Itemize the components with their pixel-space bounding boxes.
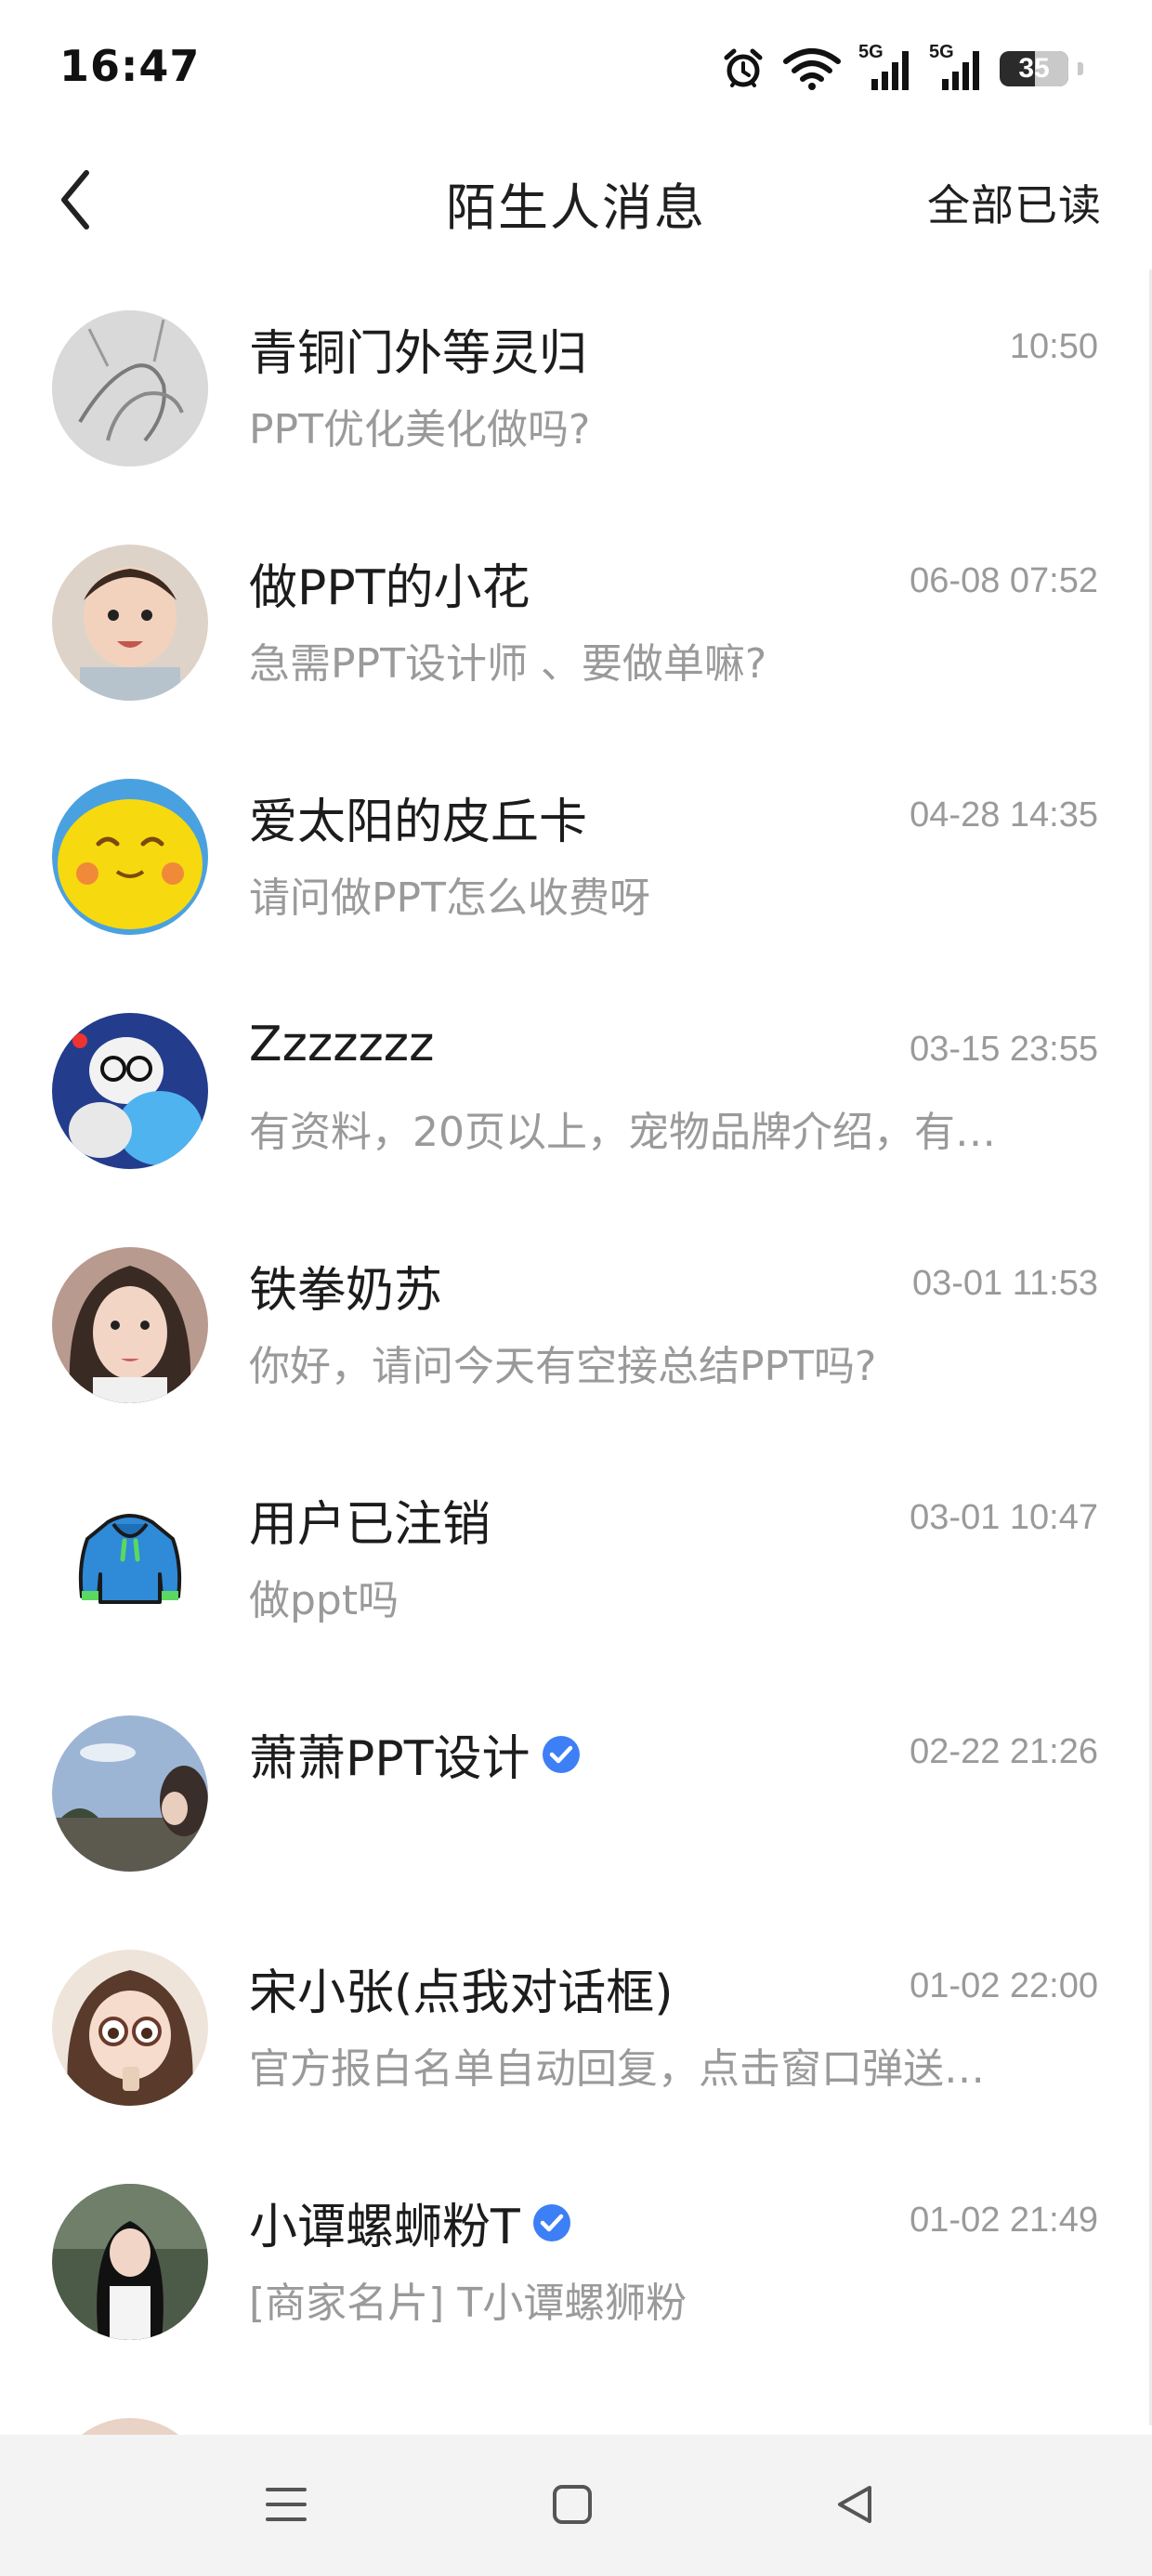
contact-name: 宋小张(点我对话框)	[249, 1965, 674, 2021]
message-preview: PPT优化美化做吗?	[249, 406, 591, 453]
conversation-item[interactable]: 用户已注销 03-01 10:47 做ppt吗	[0, 1440, 1152, 1675]
mark-all-read-button[interactable]: 全部已读	[927, 172, 1102, 233]
avatar[interactable]	[52, 2418, 208, 2435]
header: 陌生人消息 全部已读	[0, 135, 1152, 265]
avatar[interactable]	[52, 1247, 208, 1403]
conversation-item[interactable]: 小谭螺蛳粉T 01-02 21:49 [商家名片] T小谭螺狮粉	[0, 2143, 1152, 2377]
wifi-icon	[783, 48, 841, 90]
status-icons: 5G 5G 35	[721, 42, 1083, 95]
message-preview: 请问做PPT怎么收费呀	[249, 874, 650, 922]
verified-badge-icon	[543, 1735, 581, 1773]
contact-name: 做PPT的小花	[249, 560, 530, 616]
status-bar: 16:47 5G 5G 35	[0, 0, 1152, 135]
message-time: 04-28 14:35	[910, 795, 1098, 835]
avatar[interactable]	[52, 545, 208, 701]
conversation-item[interactable]: 做PPT的小花 06-08 07:52 急需PPT设计师 、要做单嘛?	[0, 504, 1152, 738]
avatar[interactable]	[52, 2184, 208, 2340]
message-time: 06-08 07:52	[910, 561, 1098, 600]
signal-5g-icon: 5G	[858, 42, 912, 92]
home-square-icon	[553, 2485, 592, 2524]
battery-icon: 35	[1000, 51, 1083, 86]
message-preview: 有资料，20页以上，宠物品牌介绍，有…	[249, 1109, 996, 1156]
status-time: 16:47	[59, 41, 201, 91]
contact-name: Zzzzzzz	[249, 1017, 435, 1072]
message-time: 03-15 23:55	[910, 1030, 1098, 1069]
avatar[interactable]	[52, 779, 208, 935]
conversation-item[interactable]: 宋小张(点我对话框) 01-02 22:00 官方报白名单自动回复，点击窗口弹送…	[0, 1909, 1152, 2143]
avatar[interactable]	[52, 1013, 208, 1169]
message-time: 03-01 10:47	[910, 1498, 1098, 1537]
contact-name: 铁拳奶苏	[249, 1263, 443, 1319]
contact-name: 萧萧PPT设计	[249, 1731, 530, 1787]
avatar[interactable]	[52, 1950, 208, 2106]
menu-button[interactable]	[249, 2472, 323, 2537]
conversation-item[interactable]: 萧萧PPT设计 02-22 21:26	[0, 1675, 1152, 1909]
verified-badge-icon	[532, 2203, 570, 2241]
conversation-item[interactable]: Zzzzzzz 03-15 23:55 有资料，20页以上，宠物品牌介绍，有…	[0, 972, 1152, 1206]
avatar[interactable]	[52, 1481, 208, 1637]
message-preview: 急需PPT设计师 、要做单嘛?	[249, 640, 767, 688]
avatar[interactable]	[52, 310, 208, 467]
message-preview: 做ppt吗	[249, 1577, 399, 1624]
contact-name: 小谭螺蛳粉T	[249, 2200, 520, 2255]
conversation-item[interactable]: 青铜门外等灵归 10:50 PPT优化美化做吗?	[0, 269, 1152, 504]
message-time: 01-02 21:49	[910, 2201, 1098, 2240]
home-button[interactable]	[535, 2472, 609, 2537]
message-preview: 你好，请问今天有空接总结PPT吗?	[249, 1343, 877, 1390]
conversation-list: 青铜门外等灵归 10:50 PPT优化美化做吗? 做PPT的小花 06-08 0…	[0, 269, 1152, 2435]
message-preview: 官方报白名单自动回复，点击窗口弹送…	[249, 2045, 985, 2093]
battery-level: 35	[1018, 53, 1050, 84]
back-triangle-icon	[838, 2486, 871, 2523]
conversation-item[interactable]: 铁拳奶苏 03-01 11:53 你好，请问今天有空接总结PPT吗?	[0, 1206, 1152, 1440]
signal-5g-icon: 5G	[929, 42, 983, 92]
contact-name: 爱太阳的皮丘卡	[249, 795, 588, 850]
alarm-icon	[724, 48, 763, 87]
contact-name: 用户已注销	[249, 1497, 491, 1553]
message-time: 02-22 21:26	[910, 1732, 1098, 1771]
conversation-item[interactable]: 爱太阳的皮丘卡 04-28 14:35 请问做PPT怎么收费呀	[0, 738, 1152, 972]
contact-name: 青铜门外等灵归	[249, 326, 588, 382]
message-time: 01-02 22:00	[910, 1966, 1098, 2005]
system-nav-bar	[0, 2435, 1152, 2576]
message-time: 10:50	[1009, 327, 1098, 366]
message-time: 03-01 11:53	[911, 1264, 1098, 1303]
menu-icon	[266, 2488, 307, 2521]
message-preview: [商家名片] T小谭螺狮粉	[249, 2280, 687, 2327]
hoodie-icon	[78, 1514, 182, 1604]
back-nav-button[interactable]	[818, 2472, 892, 2537]
avatar[interactable]	[52, 1715, 208, 1872]
